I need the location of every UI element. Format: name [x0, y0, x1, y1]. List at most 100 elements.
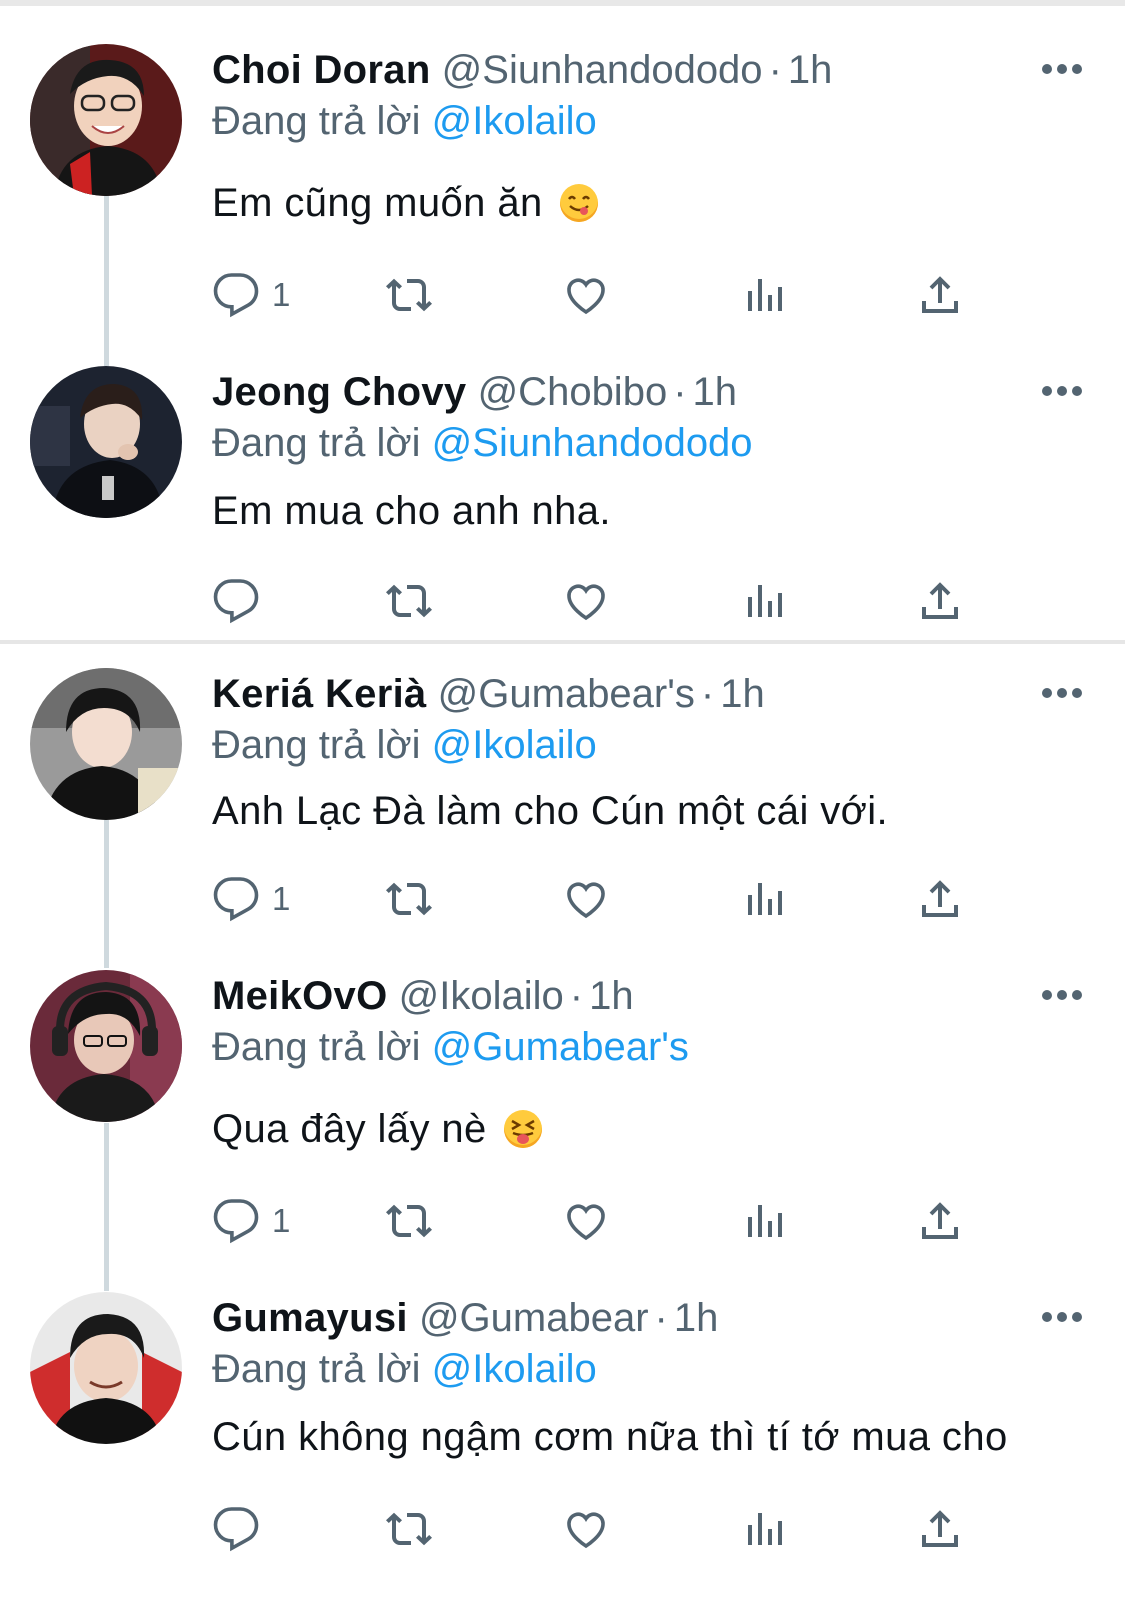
avatar[interactable] [30, 668, 182, 820]
tweet[interactable]: Keriá Kerià @Gumabear's · 1h Đang trả lời … [0, 668, 1125, 958]
replying-to-mention[interactable]: @Siunhandododo [432, 421, 753, 465]
username[interactable]: @Chobibo [478, 370, 668, 414]
timestamp[interactable]: 1h [693, 370, 738, 414]
reply-button[interactable] [212, 576, 272, 626]
reply-icon [213, 273, 259, 318]
like-button[interactable] [562, 576, 610, 626]
reply-button[interactable]: 1 [212, 874, 290, 924]
display-name[interactable]: MeikOvO [212, 974, 388, 1018]
display-name[interactable]: Choi Doran [212, 48, 431, 92]
tweet-header: Keriá Kerià @Gumabear's · 1h [212, 670, 765, 718]
share-icon [922, 582, 958, 619]
tweet-header: MeikOvO @Ikolailo · 1h [212, 972, 634, 1020]
reply-icon [213, 579, 259, 624]
replying-to-mention[interactable]: @Ikolailo [432, 1347, 597, 1391]
tweet-text-content: Em cũng muốn ăn [212, 181, 543, 225]
retweet-icon [386, 1512, 432, 1546]
views-button[interactable] [740, 1504, 788, 1554]
replying-label: Đang trả lời [212, 723, 421, 767]
retweet-button[interactable] [384, 874, 434, 924]
share-button[interactable] [916, 1196, 964, 1246]
username[interactable]: @Ikolailo [399, 974, 564, 1018]
share-button[interactable] [916, 874, 964, 924]
heart-icon [567, 1204, 605, 1241]
tweet-text: Anh Lạc Đà làm cho Cún một cái với. [212, 786, 888, 836]
replying-to-line: Đang trả lời @Gumabear's [212, 1022, 689, 1072]
top-divider [0, 0, 1125, 6]
share-button[interactable] [916, 1504, 964, 1554]
display-name[interactable]: Jeong Chovy [212, 370, 466, 414]
share-button[interactable] [916, 576, 964, 626]
timestamp[interactable]: 1h [674, 1296, 719, 1340]
tweet[interactable]: Gumayusi @Gumabear · 1h Đang trả lời @Ikol… [0, 1292, 1125, 1602]
more-icon[interactable] [1042, 382, 1082, 396]
views-button[interactable] [740, 576, 788, 626]
retweet-icon [386, 584, 432, 618]
heart-icon [567, 1512, 605, 1549]
retweet-button[interactable] [384, 1196, 434, 1246]
avatar[interactable] [30, 366, 182, 518]
replying-to-mention[interactable]: @Ikolailo [432, 723, 597, 767]
like-button[interactable] [562, 1504, 610, 1554]
tweet[interactable]: Choi Doran @Siunhandododo · 1h Đang trả lờ… [0, 44, 1125, 334]
timestamp[interactable]: 1h [720, 672, 765, 716]
like-button[interactable] [562, 270, 610, 320]
display-name[interactable]: Gumayusi [212, 1296, 408, 1340]
tweet[interactable]: MeikOvO @Ikolailo · 1h Đang trả lời @Gumab… [0, 970, 1125, 1270]
reply-button[interactable] [212, 1504, 272, 1554]
heart-icon [567, 278, 605, 315]
share-icon [922, 1510, 958, 1547]
reply-icon [213, 1199, 259, 1244]
like-button[interactable] [562, 1196, 610, 1246]
separator-dot: · [673, 370, 687, 414]
conversation-divider [0, 640, 1125, 644]
more-icon[interactable] [1042, 1308, 1082, 1322]
more-icon[interactable] [1042, 684, 1082, 698]
analytics-icon [748, 1205, 782, 1237]
like-button[interactable] [562, 874, 610, 924]
timestamp[interactable]: 1h [589, 974, 634, 1018]
views-button[interactable] [740, 1196, 788, 1246]
display-name[interactable]: Keriá Kerià [212, 672, 427, 716]
username[interactable]: @Gumabear [419, 1296, 649, 1340]
analytics-icon [748, 1513, 782, 1545]
retweet-button[interactable] [384, 1504, 434, 1554]
tweet-actions [0, 576, 1125, 626]
replying-label: Đang trả lời [212, 1025, 421, 1069]
avatar[interactable] [30, 970, 182, 1122]
share-icon [922, 276, 958, 313]
avatar[interactable] [30, 44, 182, 196]
replying-to-mention[interactable]: @Ikolailo [432, 99, 597, 143]
squinting-tongue-emoji [504, 1110, 543, 1148]
more-icon[interactable] [1042, 986, 1082, 1000]
username[interactable]: @Gumabear's [438, 672, 695, 716]
savoring-food-emoji [560, 184, 599, 222]
views-button[interactable] [740, 874, 788, 924]
replying-to-line: Đang trả lời @Ikolailo [212, 96, 597, 146]
more-icon[interactable] [1042, 60, 1082, 74]
tweet-text-content: Cún không ngậm cơm nữa thì tí tớ mua cho [212, 1415, 1008, 1459]
username[interactable]: @Siunhandododo [442, 48, 763, 92]
views-button[interactable] [740, 270, 788, 320]
retweet-button[interactable] [384, 576, 434, 626]
replying-to-line: Đang trả lời @Siunhandododo [212, 418, 753, 468]
retweet-button[interactable] [384, 270, 434, 320]
avatar[interactable] [30, 1292, 182, 1444]
reply-button[interactable]: 1 [212, 1196, 290, 1246]
retweet-icon [386, 1204, 432, 1238]
retweet-icon [386, 882, 432, 916]
reply-count: 1 [272, 276, 291, 313]
tweet[interactable]: Jeong Chovy @Chobibo · 1h Đang trả lời @Si… [0, 366, 1125, 636]
tweet-header: Jeong Chovy @Chobibo · 1h [212, 368, 737, 416]
tweet-text-content: Em mua cho anh nha. [212, 489, 611, 533]
tweet-actions: 1 [0, 874, 1125, 924]
replying-to-line: Đang trả lời @Ikolailo [212, 720, 597, 770]
tweet-actions [0, 1504, 1125, 1554]
replying-to-mention[interactable]: @Gumabear's [432, 1025, 689, 1069]
separator-dot: · [768, 48, 782, 92]
replying-label: Đang trả lời [212, 1347, 421, 1391]
timestamp[interactable]: 1h [788, 48, 833, 92]
tweet-text: Qua đây lấy nè [212, 1104, 543, 1154]
reply-button[interactable]: 1 [212, 270, 290, 320]
share-button[interactable] [916, 270, 964, 320]
